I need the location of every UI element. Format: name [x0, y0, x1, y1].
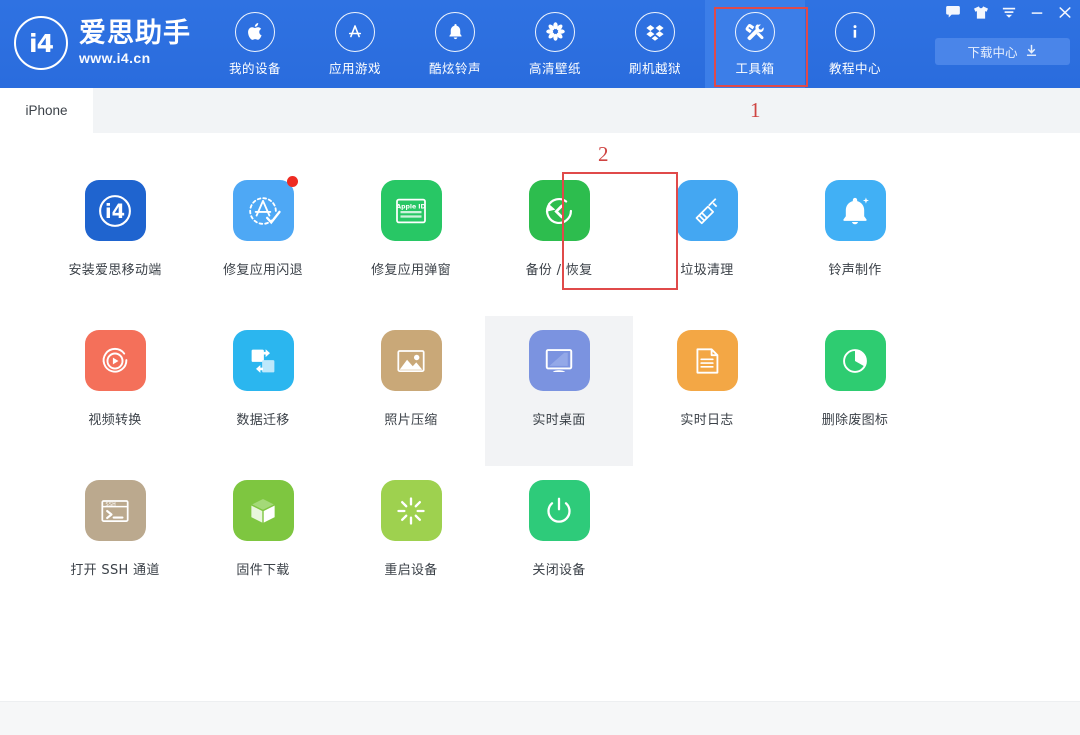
tool-item-install-mobile-client[interactable]: i4 安装爱思移动端: [41, 166, 189, 316]
nav-label: 刷机越狱: [629, 58, 681, 77]
tool-item-shutdown-device[interactable]: 关闭设备: [485, 466, 633, 616]
nav-label: 我的设备: [229, 58, 281, 77]
download-icon: [1025, 44, 1038, 60]
minimize-icon[interactable]: [1029, 4, 1044, 20]
backup-restore-icon: [529, 180, 590, 241]
tool-item-data-migration[interactable]: 数据迁移: [189, 316, 337, 466]
data-migrate-icon: [233, 330, 294, 391]
tool-label: 垃圾清理: [680, 259, 733, 278]
delete-icon-icon: [825, 330, 886, 391]
poweroff-icon: [529, 480, 590, 541]
brand-text: 爱思助手 www.i4.cn: [79, 19, 191, 66]
svg-text:i4: i4: [105, 200, 125, 223]
tool-item-photo-compress[interactable]: 照片压缩: [337, 316, 485, 466]
svg-text:Apple ID: Apple ID: [396, 203, 425, 210]
device-tab-strip: iPhone: [0, 88, 1080, 134]
main-navigation: 我的设备 应用游戏 酷炫铃声 高清壁纸: [205, 0, 905, 88]
tool-label: 固件下载: [236, 559, 289, 578]
tool-item-firmware-download[interactable]: 固件下载: [189, 466, 337, 616]
notification-badge: [287, 176, 298, 187]
appstore-icon: [335, 12, 375, 52]
skin-icon[interactable]: [973, 4, 988, 20]
photo-compress-icon: [381, 330, 442, 391]
tab-iphone[interactable]: iPhone: [0, 88, 93, 133]
live-log-icon: [677, 330, 738, 391]
tool-item-open-ssh-tunnel[interactable]: SSH 打开 SSH 通道: [41, 466, 189, 616]
broom-icon: [677, 180, 738, 241]
tool-item-video-convert[interactable]: 视频转换: [41, 316, 189, 466]
flower-icon: [535, 12, 575, 52]
status-footer: [0, 701, 1080, 735]
box-icon: [635, 12, 675, 52]
svg-text:SSH: SSH: [105, 501, 116, 507]
tool-item-reboot-device[interactable]: 重启设备: [337, 466, 485, 616]
bell-icon: [435, 12, 475, 52]
nav-label: 高清壁纸: [529, 58, 581, 77]
apple-icon: [235, 12, 275, 52]
tool-label: 实时桌面: [532, 409, 585, 428]
i4-logo-icon: i4: [14, 16, 68, 70]
nav-item-my-device[interactable]: 我的设备: [205, 0, 305, 88]
tool-label: 实时日志: [680, 409, 733, 428]
video-convert-icon: [85, 330, 146, 391]
ssh-icon: SSH: [85, 480, 146, 541]
nav-label: 工具箱: [735, 58, 774, 77]
ringtone-icon: [825, 180, 886, 241]
nav-item-ringtones[interactable]: 酷炫铃声: [405, 0, 505, 88]
tool-label: 删除废图标: [822, 409, 889, 428]
tool-label: 铃声制作: [828, 259, 881, 278]
tool-item-backup-restore[interactable]: 备份 / 恢复: [485, 166, 633, 316]
firmware-icon: [233, 480, 294, 541]
menu-icon[interactable]: [1001, 4, 1016, 20]
tool-item-fix-app-popup[interactable]: Apple ID 修复应用弹窗: [337, 166, 485, 316]
tool-item-fix-app-crash[interactable]: 修复应用闪退: [189, 166, 337, 316]
tool-label: 数据迁移: [236, 409, 289, 428]
live-desktop-icon: [529, 330, 590, 391]
tool-label: 备份 / 恢复: [526, 259, 593, 278]
window-controls: [945, 1, 1072, 23]
info-icon: [835, 12, 875, 52]
tool-label: 重启设备: [384, 559, 437, 578]
tool-item-delete-waste-icons[interactable]: 删除废图标: [781, 316, 929, 466]
nav-item-toolbox[interactable]: 工具箱: [705, 0, 805, 88]
tool-item-live-log[interactable]: 实时日志: [633, 316, 781, 466]
tool-item-live-desktop[interactable]: 实时桌面: [485, 316, 633, 466]
close-icon[interactable]: [1057, 4, 1072, 20]
download-center-label: 下载中心: [967, 42, 1017, 61]
tool-label: 视频转换: [88, 409, 141, 428]
tools-icon: [735, 12, 775, 52]
nav-label: 酷炫铃声: [429, 58, 481, 77]
nav-item-tutorials[interactable]: 教程中心: [805, 0, 905, 88]
download-center-button[interactable]: 下载中心: [935, 38, 1070, 65]
apple-id-icon: Apple ID: [381, 180, 442, 241]
nav-label: 应用游戏: [329, 58, 381, 77]
reboot-icon: [381, 480, 442, 541]
brand-name: 爱思助手: [79, 19, 191, 47]
brand-logo: i4 爱思助手 www.i4.cn: [14, 16, 191, 70]
tool-label: 照片压缩: [384, 409, 437, 428]
nav-item-wallpapers[interactable]: 高清壁纸: [505, 0, 605, 88]
appstore-fix-icon: [233, 180, 294, 241]
tool-label: 打开 SSH 通道: [70, 559, 159, 578]
app-header: i4 爱思助手 www.i4.cn 我的设备 应用游戏: [0, 0, 1080, 88]
nav-item-apps-games[interactable]: 应用游戏: [305, 0, 405, 88]
tool-label: 修复应用闪退: [223, 259, 303, 278]
tool-item-junk-cleanup[interactable]: 垃圾清理: [633, 166, 781, 316]
tool-label: 修复应用弹窗: [371, 259, 451, 278]
brand-url: www.i4.cn: [79, 50, 191, 67]
tool-grid: i4 安装爱思移动端 修复应用闪退 Apple ID 修复应用弹窗: [41, 166, 1041, 616]
i4-app-icon: i4: [85, 180, 146, 241]
app-window: i4 爱思助手 www.i4.cn 我的设备 应用游戏: [0, 0, 1080, 734]
tool-label: 关闭设备: [532, 559, 585, 578]
feedback-icon[interactable]: [945, 4, 960, 20]
tool-item-ringtone-maker[interactable]: 铃声制作: [781, 166, 929, 316]
toolbox-content: i4 安装爱思移动端 修复应用闪退 Apple ID 修复应用弹窗: [0, 133, 1080, 701]
nav-label: 教程中心: [829, 58, 881, 77]
nav-item-flash-jailbreak[interactable]: 刷机越狱: [605, 0, 705, 88]
tool-label: 安装爱思移动端: [68, 259, 161, 278]
